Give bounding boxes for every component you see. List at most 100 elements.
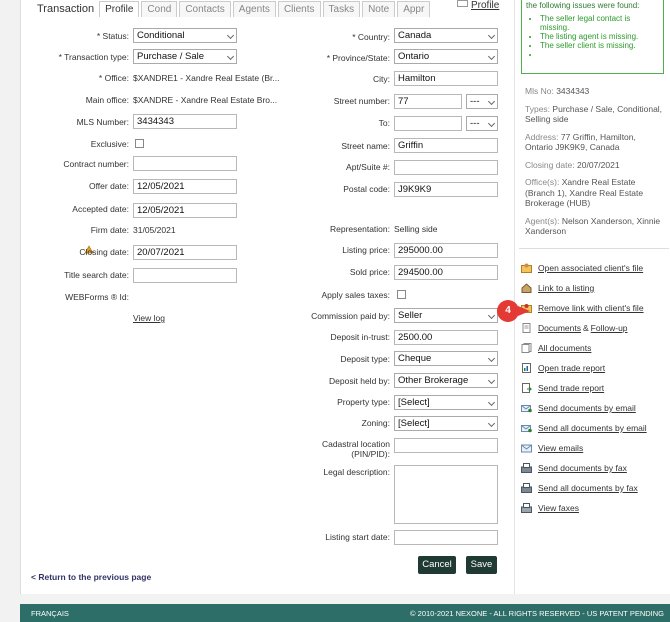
- listing-price-input[interactable]: 295000.00: [394, 243, 498, 258]
- view-emails-action[interactable]: View emails: [521, 438, 670, 458]
- street-name-input[interactable]: Griffin: [394, 138, 498, 153]
- street-number-label: Street number:: [333, 96, 390, 106]
- issue-item: The seller client is missing.: [540, 41, 659, 50]
- open-client-file-link[interactable]: Open associated client's file: [538, 263, 643, 273]
- footer: FRANÇAIS © 2010-2021 NEXONE - ALL RIGHTS…: [20, 604, 670, 622]
- send-all-documents-email-action[interactable]: Send all documents by email: [521, 418, 670, 438]
- open-trade-report-link[interactable]: Open trade report: [538, 363, 605, 373]
- email-all-documents-icon: [521, 425, 532, 433]
- all-documents-action[interactable]: All documents: [521, 338, 670, 358]
- save-button[interactable]: Save: [466, 556, 497, 574]
- offer-date-input[interactable]: 12/05/2021: [133, 179, 237, 194]
- apply-sales-taxes-label: Apply sales taxes:: [321, 290, 390, 300]
- profile-print-link[interactable]: Profile: [457, 0, 499, 11]
- send-documents-fax-action[interactable]: Send documents by fax: [521, 458, 670, 478]
- city-input[interactable]: Hamilton: [394, 71, 498, 86]
- issue-item: The seller legal contact is missing.: [540, 14, 659, 32]
- issue-item: [540, 50, 659, 59]
- send-all-documents-fax-link[interactable]: Send all documents by fax: [538, 483, 638, 493]
- tab-agents[interactable]: Agents: [232, 1, 276, 17]
- cadastral-location-input[interactable]: [394, 438, 498, 453]
- follow-up-link[interactable]: Follow-up: [591, 323, 628, 333]
- street-number-input[interactable]: 77: [394, 94, 462, 109]
- tab-note[interactable]: Note: [362, 1, 396, 17]
- deposit-in-trust-input[interactable]: 2500.00: [394, 330, 498, 345]
- view-faxes-link[interactable]: View faxes: [538, 503, 579, 513]
- status-select[interactable]: Conditional: [133, 28, 237, 43]
- to-label: To:: [378, 118, 390, 128]
- open-trade-report-action[interactable]: Open trade report: [521, 358, 670, 378]
- property-type-select[interactable]: [Select]: [394, 395, 498, 410]
- send-trade-report-action[interactable]: Send trade report: [521, 378, 670, 398]
- transaction-summary: Mls No: 3434343 Types: Purchase / Sale, …: [525, 86, 665, 244]
- postal-code-input[interactable]: J9K9K9: [394, 182, 498, 197]
- cancel-button[interactable]: Cancel: [418, 556, 456, 574]
- deposit-held-by-select[interactable]: Other Brokerage: [394, 373, 498, 388]
- deposit-type-select[interactable]: Cheque: [394, 351, 498, 366]
- send-documents-email-action[interactable]: Send documents by email: [521, 398, 670, 418]
- apt-suite-label: Apt/Suite #:: [346, 162, 390, 172]
- firm-date-value: 31/05/2021: [133, 225, 176, 235]
- to-number-input[interactable]: [394, 116, 462, 131]
- step-badge-pointer: [518, 306, 530, 316]
- to-suffix-select[interactable]: ---: [466, 116, 498, 131]
- open-client-file-action[interactable]: Open associated client's file: [521, 258, 670, 278]
- accepted-date-input[interactable]: 12/05/2021: [133, 203, 237, 218]
- closing-date-input[interactable]: 20/07/2021: [133, 245, 237, 260]
- offer-date-label: Offer date:: [88, 181, 129, 191]
- language-link[interactable]: FRANÇAIS: [31, 609, 69, 618]
- contract-number-input[interactable]: [133, 156, 237, 171]
- street-name-label: Street name:: [341, 141, 390, 151]
- all-documents-link[interactable]: All documents: [538, 343, 591, 353]
- link-listing-action[interactable]: Link to a listing: [521, 278, 670, 298]
- listing-start-date-input[interactable]: [394, 530, 498, 545]
- deposit-in-trust-label: Deposit in-trust:: [330, 332, 390, 342]
- closing-date-label: Closing date:: [79, 247, 129, 257]
- send-all-documents-fax-action[interactable]: Send all documents by fax: [521, 478, 670, 498]
- apt-suite-input[interactable]: [394, 160, 498, 175]
- province-select[interactable]: Ontario: [394, 49, 498, 64]
- apply-sales-taxes-checkbox[interactable]: [397, 290, 406, 299]
- remove-link-link[interactable]: Remove link with client's file: [538, 303, 644, 313]
- fax-icon: [521, 463, 532, 473]
- office-label: * Office:: [98, 73, 129, 83]
- profile-link-label: Profile: [471, 0, 500, 11]
- listing-price-label: Listing price:: [342, 245, 390, 255]
- street-number-suffix-select[interactable]: ---: [466, 94, 498, 109]
- mls-number-input[interactable]: 3434343: [133, 114, 237, 129]
- tab-appr[interactable]: Appr: [397, 1, 431, 17]
- legal-description-textarea[interactable]: [394, 465, 498, 524]
- tab-cond[interactable]: Cond: [141, 1, 178, 17]
- tab-contacts[interactable]: Contacts: [179, 1, 231, 17]
- documents-link[interactable]: Documents: [538, 323, 581, 333]
- email-icon: [521, 444, 532, 453]
- send-documents-fax-link[interactable]: Send documents by fax: [538, 463, 627, 473]
- send-documents-email-link[interactable]: Send documents by email: [538, 403, 636, 413]
- webforms-id-label: WEBForms ® Id:: [65, 292, 129, 302]
- tab-clients[interactable]: Clients: [277, 1, 321, 17]
- province-label: * Province/State:: [326, 53, 390, 63]
- tab-tasks[interactable]: Tasks: [322, 1, 361, 17]
- commission-paid-by-label: Commission paid by:: [311, 311, 390, 321]
- summary-mls-label: Mls No:: [525, 86, 554, 96]
- exclusive-checkbox[interactable]: [135, 139, 144, 148]
- send-all-documents-email-link[interactable]: Send all documents by email: [538, 423, 647, 433]
- send-trade-report-link[interactable]: Send trade report: [538, 383, 604, 393]
- link-listing-link[interactable]: Link to a listing: [538, 283, 594, 293]
- commission-paid-by-select[interactable]: Seller: [394, 308, 498, 323]
- tab-profile[interactable]: Profile: [99, 1, 140, 17]
- listing-start-date-label: Listing start date:: [325, 532, 390, 542]
- back-link[interactable]: < Return to the previous page: [31, 572, 151, 582]
- remove-link-action[interactable]: Remove link with client's file: [521, 298, 670, 318]
- title-search-date-input[interactable]: [133, 268, 237, 283]
- sold-price-input[interactable]: 294500.00: [394, 265, 498, 280]
- view-log-link[interactable]: View log: [133, 313, 165, 323]
- view-emails-link[interactable]: View emails: [538, 443, 583, 453]
- country-select[interactable]: Canada: [394, 28, 498, 43]
- view-faxes-action[interactable]: View faxes: [521, 498, 670, 518]
- transaction-type-select[interactable]: Purchase / Sale: [133, 49, 237, 64]
- summary-types-label: Types:: [525, 103, 551, 114]
- summary-address: Address: 77 Griffin, Hamilton, Ontario J…: [525, 132, 665, 153]
- zoning-select[interactable]: [Select]: [394, 416, 498, 431]
- house-icon: [521, 283, 532, 293]
